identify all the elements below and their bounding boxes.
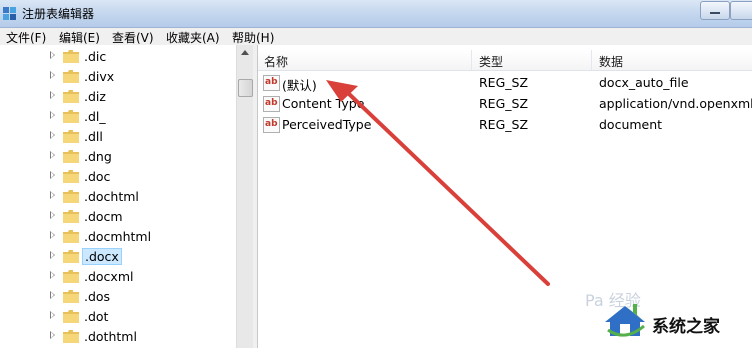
tree-item-label: .dochtml: [84, 189, 139, 204]
folder-icon: [63, 230, 79, 243]
tree-item[interactable]: .docmhtml: [0, 227, 236, 247]
folder-icon: [63, 310, 79, 323]
folder-icon: [63, 90, 79, 103]
value-type: REG_SZ: [479, 96, 529, 111]
values-list: 名称 类型 数据 ab (默认) REG_SZ docx_auto_file a…: [258, 45, 752, 348]
string-value-icon: ab: [263, 75, 280, 91]
tree-item[interactable]: .dng: [0, 147, 236, 167]
folder-icon: [63, 250, 79, 263]
tree-item[interactable]: .dothtml: [0, 327, 236, 347]
tree-item[interactable]: .dos: [0, 287, 236, 307]
list-row[interactable]: ab (默认) REG_SZ docx_auto_file: [258, 72, 752, 93]
folder-icon: [63, 290, 79, 303]
expand-arrow-icon[interactable]: [50, 111, 55, 119]
folder-icon: [63, 210, 79, 223]
value-name: (默认): [282, 78, 317, 93]
expand-arrow-icon[interactable]: [50, 171, 55, 179]
folder-icon: [63, 130, 79, 143]
tree-item[interactable]: .diz: [0, 87, 236, 107]
column-divider[interactable]: [591, 50, 592, 70]
tree-item-label: .dothtml: [84, 329, 137, 344]
menu-help[interactable]: 帮助(H): [230, 29, 276, 46]
watermark-house-logo: [605, 304, 645, 337]
column-name-header[interactable]: 名称: [264, 53, 288, 70]
tree-item-label: .docmhtml: [84, 229, 152, 244]
menu-view[interactable]: 查看(V): [110, 29, 156, 46]
tree-item-label: .diz: [84, 89, 106, 104]
tree-item-label: .dos: [84, 289, 111, 304]
key-tree[interactable]: .dic .divx .diz .dl_ .dll .dng .doc .dochtml .do…: [0, 45, 236, 348]
folder-icon: [63, 170, 79, 183]
column-data-header[interactable]: 数据: [599, 53, 623, 70]
tree-item-label: .docm: [84, 209, 123, 224]
list-row[interactable]: ab PerceivedType REG_SZ document: [258, 114, 752, 135]
string-value-icon: ab: [263, 117, 280, 133]
expand-arrow-icon[interactable]: [50, 251, 55, 259]
menu-bar: 文件(F) 编辑(E) 查看(V) 收藏夹(A) 帮助(H): [0, 28, 752, 46]
tree-item-label: .doc: [84, 169, 111, 184]
folder-icon: [63, 50, 79, 63]
scroll-thumb[interactable]: [238, 79, 253, 97]
tree-item-label: .dot: [84, 309, 109, 324]
expand-arrow-icon[interactable]: [50, 191, 55, 199]
tree-item[interactable]: .divx: [0, 67, 236, 87]
folder-icon: [63, 190, 79, 203]
list-header: 名称 类型 数据: [258, 50, 752, 71]
string-value-icon: ab: [263, 96, 280, 112]
column-divider[interactable]: [471, 50, 472, 70]
value-name: PerceivedType: [282, 117, 372, 132]
tree-item-label: .dng: [84, 149, 112, 164]
expand-arrow-icon[interactable]: [50, 231, 55, 239]
value-data: application/vnd.openxmlfo: [599, 96, 752, 111]
column-type-header[interactable]: 类型: [479, 53, 503, 70]
folder-icon: [63, 330, 79, 343]
menu-edit[interactable]: 编辑(E): [57, 29, 102, 46]
expand-arrow-icon[interactable]: [50, 291, 55, 299]
value-type: REG_SZ: [479, 75, 529, 90]
folder-icon: [63, 110, 79, 123]
tree-item-label: .dll: [84, 129, 103, 144]
folder-icon: [63, 150, 79, 163]
tree-item[interactable]: .docm: [0, 207, 236, 227]
tree-item[interactable]: .dl_: [0, 107, 236, 127]
expand-arrow-icon[interactable]: [50, 151, 55, 159]
menu-favorites[interactable]: 收藏夹(A): [164, 29, 222, 46]
expand-arrow-icon[interactable]: [50, 311, 55, 319]
registry-editor-icon: [3, 7, 16, 20]
tree-item-label: .docx: [82, 248, 122, 265]
window-title: 注册表编辑器: [22, 7, 95, 21]
expand-arrow-icon[interactable]: [50, 51, 55, 59]
value-data: docx_auto_file: [599, 75, 689, 90]
expand-arrow-icon[interactable]: [50, 211, 55, 219]
maximize-button[interactable]: [730, 1, 752, 20]
tree-item-label: .dic: [84, 49, 107, 64]
folder-icon: [63, 70, 79, 83]
tree-item-label: .divx: [84, 69, 115, 84]
title-bar: 注册表编辑器: [0, 0, 752, 28]
folder-icon: [63, 270, 79, 283]
expand-arrow-icon[interactable]: [50, 71, 55, 79]
watermark-text: 系统之家: [652, 317, 720, 337]
tree-item-label: .docxml: [84, 269, 134, 284]
tree-item[interactable]: .doc: [0, 167, 236, 187]
expand-arrow-icon[interactable]: [50, 331, 55, 339]
tree-item[interactable]: .docxml: [0, 267, 236, 287]
value-type: REG_SZ: [479, 117, 529, 132]
menu-file[interactable]: 文件(F): [4, 29, 48, 46]
minimize-button[interactable]: [700, 1, 730, 20]
expand-arrow-icon[interactable]: [50, 131, 55, 139]
value-name: Content Type: [282, 96, 365, 111]
tree-item[interactable]: .dochtml: [0, 187, 236, 207]
tree-item[interactable]: .docx: [0, 247, 236, 267]
tree-item[interactable]: .dot: [0, 307, 236, 327]
list-row[interactable]: ab Content Type REG_SZ application/vnd.o…: [258, 93, 752, 114]
scroll-up-icon[interactable]: [241, 50, 249, 55]
expand-arrow-icon[interactable]: [50, 271, 55, 279]
tree-item-label: .dl_: [84, 109, 106, 124]
expand-arrow-icon[interactable]: [50, 91, 55, 99]
value-data: document: [599, 117, 663, 132]
tree-item[interactable]: .dll: [0, 127, 236, 147]
tree-item[interactable]: .dic: [0, 47, 236, 67]
tree-scrollbar[interactable]: [236, 45, 253, 348]
